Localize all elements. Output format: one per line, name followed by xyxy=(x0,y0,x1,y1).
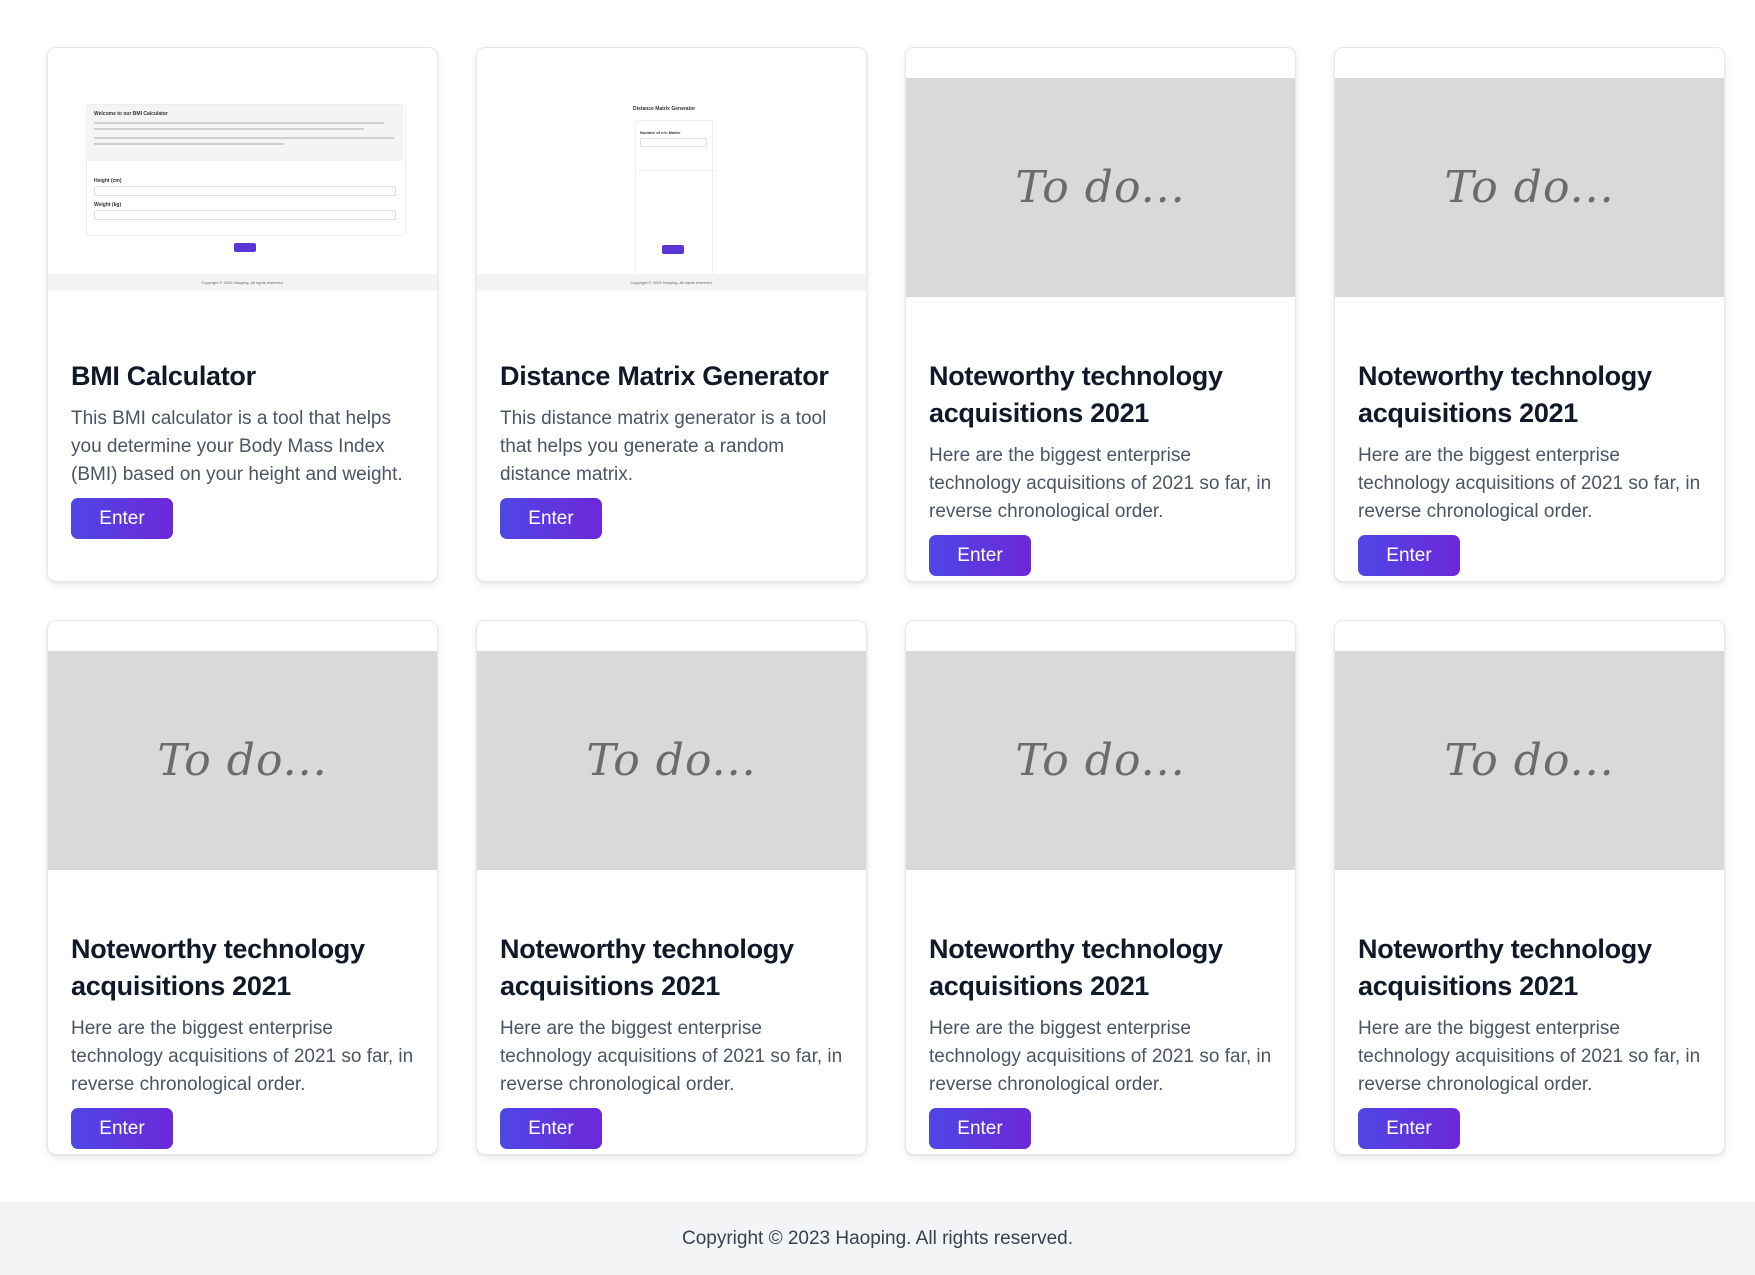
card-title: Noteworthy technology acquisitions 2021 xyxy=(929,361,1223,428)
card-title: Noteworthy technology acquisitions 2021 xyxy=(1358,361,1652,428)
card-title: Noteworthy technology acquisitions 2021 xyxy=(500,934,794,1001)
enter-button[interactable]: Enter xyxy=(71,1108,173,1149)
card-description: Here are the biggest enterprise technolo… xyxy=(1358,445,1701,522)
placeholder-text: To do... xyxy=(1444,735,1615,786)
enter-button[interactable]: Enter xyxy=(1358,535,1460,576)
enter-button[interactable]: Enter xyxy=(71,498,173,539)
card-description: Here are the biggest enterprise technolo… xyxy=(500,1018,843,1095)
card-title: Noteworthy technology acquisitions 2021 xyxy=(71,934,365,1001)
placeholder-text: To do... xyxy=(1015,162,1186,213)
card-title: Noteworthy technology acquisitions 2021 xyxy=(929,934,1223,1001)
card-noteworthy-technology: To do... Noteworthy technology acquisiti… xyxy=(905,47,1296,582)
enter-button[interactable]: Enter xyxy=(1358,1108,1460,1149)
placeholder-text: To do... xyxy=(586,735,757,786)
card-description: Here are the biggest enterprise technolo… xyxy=(929,1018,1272,1095)
preview-footer: Copyright © 2023 Haoping. All rights res… xyxy=(477,274,866,291)
card-noteworthy-technology: To do... Noteworthy technology acquisiti… xyxy=(1334,47,1725,582)
card-description: This distance matrix generator is a tool… xyxy=(500,408,827,485)
page-footer: Copyright © 2023 Haoping. All rights res… xyxy=(0,1202,1755,1275)
distance-matrix-preview-screenshot: Distance Matrix Generator Number of n*n … xyxy=(477,48,866,291)
preview-height-label: Height (cm) xyxy=(94,178,122,184)
placeholder-text: To do... xyxy=(1444,162,1615,213)
card-noteworthy-technology: To do... Noteworthy technology acquisiti… xyxy=(47,620,438,1155)
placeholder-text: To do... xyxy=(1015,735,1186,786)
card-body: Noteworthy technology acquisitions 2021 … xyxy=(1335,358,1724,576)
copyright-text: Copyright © 2023 Haoping. All rights res… xyxy=(681,1228,1074,1249)
placeholder-image: To do... xyxy=(1335,651,1724,870)
preview-input-label: Number of n*n Matrix xyxy=(640,130,681,135)
card-noteworthy-technology: To do... Noteworthy technology acquisiti… xyxy=(1334,620,1725,1155)
card-noteworthy-technology: To do... Noteworthy technology acquisiti… xyxy=(905,620,1296,1155)
card-description: Here are the biggest enterprise technolo… xyxy=(1358,1018,1701,1095)
preview-weight-label: Weight (kg) xyxy=(94,202,122,208)
card-title: BMI Calculator xyxy=(71,361,256,391)
enter-button[interactable]: Enter xyxy=(929,1108,1031,1149)
preview-footer: Copyright © 2023 Haoping. All rights res… xyxy=(48,274,437,291)
card-body: Noteworthy technology acquisitions 2021 … xyxy=(906,358,1295,576)
card-body: BMI Calculator This BMI calculator is a … xyxy=(48,358,437,539)
enter-button[interactable]: Enter xyxy=(929,535,1031,576)
card-body: Noteworthy technology acquisitions 2021 … xyxy=(48,931,437,1149)
card-bmi-calculator: Welcome to our BMI Calculator Height (cm… xyxy=(47,47,438,582)
enter-button[interactable]: Enter xyxy=(500,498,602,539)
card-description: Here are the biggest enterprise technolo… xyxy=(929,445,1272,522)
placeholder-text: To do... xyxy=(157,735,328,786)
card-description: This BMI calculator is a tool that helps… xyxy=(71,408,403,485)
enter-button[interactable]: Enter xyxy=(500,1108,602,1149)
card-body: Noteworthy technology acquisitions 2021 … xyxy=(906,931,1295,1149)
placeholder-image: To do... xyxy=(906,78,1295,297)
placeholder-image: To do... xyxy=(48,651,437,870)
card-body: Distance Matrix Generator This distance … xyxy=(477,358,866,539)
placeholder-image: To do... xyxy=(477,651,866,870)
placeholder-image: To do... xyxy=(1335,78,1724,297)
card-preview-image: Welcome to our BMI Calculator Height (cm… xyxy=(48,48,437,291)
card-noteworthy-technology: To do... Noteworthy technology acquisiti… xyxy=(476,620,867,1155)
preview-heading: Distance Matrix Generator xyxy=(633,106,696,112)
card-preview-image: Distance Matrix Generator Number of n*n … xyxy=(477,48,866,291)
card-body: Noteworthy technology acquisitions 2021 … xyxy=(1335,931,1724,1149)
bmi-preview-screenshot: Welcome to our BMI Calculator Height (cm… xyxy=(48,48,437,291)
matrix-table-preview xyxy=(637,170,717,171)
placeholder-image: To do... xyxy=(906,651,1295,870)
card-description: Here are the biggest enterprise technolo… xyxy=(71,1018,414,1095)
card-body: Noteworthy technology acquisitions 2021 … xyxy=(477,931,866,1149)
card-grid: Welcome to our BMI Calculator Height (cm… xyxy=(47,47,1725,1155)
card-title: Distance Matrix Generator xyxy=(500,361,829,391)
card-distance-matrix-generator: Distance Matrix Generator Number of n*n … xyxy=(476,47,867,582)
card-title: Noteworthy technology acquisitions 2021 xyxy=(1358,934,1652,1001)
preview-heading: Welcome to our BMI Calculator xyxy=(94,111,168,117)
